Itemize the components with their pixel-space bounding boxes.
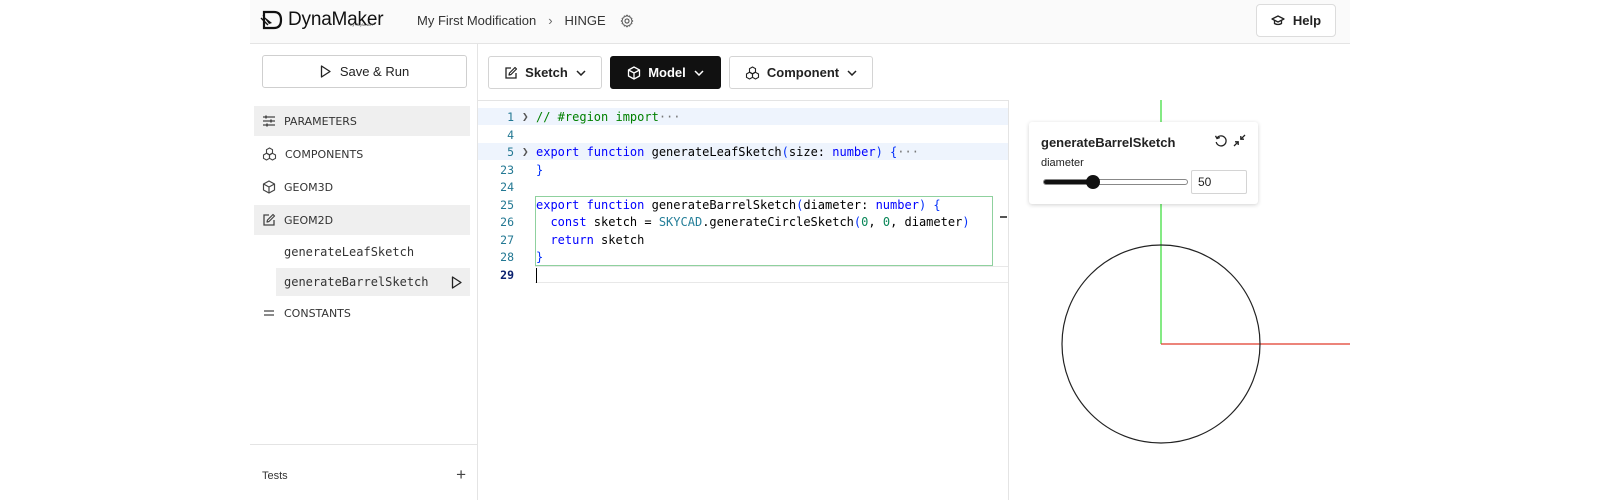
equals-icon [264, 310, 274, 316]
code-text: export function generateLeafSketch(size:… [536, 144, 919, 159]
sketch-viewer[interactable]: generateBarrelSketch diameter 50 [1008, 100, 1350, 500]
tests-label: Tests [262, 470, 288, 482]
component-label: Component [766, 65, 840, 80]
code-line: 29 [478, 266, 1008, 283]
code-text: // #region import··· [536, 109, 681, 124]
line-number: 24 [500, 179, 514, 194]
code-text: const sketch = SKYCAD.generateCircleSket… [536, 214, 970, 229]
line-number: 28 [500, 249, 514, 264]
code-line: 28 } [478, 248, 1008, 265]
breadcrumb-project[interactable]: My First Modification [417, 13, 536, 28]
sliders-icon [263, 115, 275, 127]
diameter-slider[interactable] [1043, 175, 1188, 189]
slider-thumb[interactable] [1086, 175, 1101, 189]
top-header: DynaMaker by SkyMaker My First Modificat… [250, 0, 1350, 44]
sidebar-item-components[interactable]: COMPONENTS [254, 139, 470, 169]
sidebar-item-geom3d[interactable]: GEOM3D [254, 172, 470, 202]
add-test-button[interactable]: + [456, 465, 466, 485]
chevron-down-icon [576, 69, 586, 76]
sidebar-item-geom2d[interactable]: GEOM2D [254, 205, 470, 235]
chevron-down-icon [694, 69, 704, 76]
line-number: 26 [500, 214, 514, 229]
app-root: DynaMaker by SkyMaker My First Modificat… [250, 0, 1350, 500]
text-caret [536, 268, 537, 283]
sidebar-item-constants[interactable]: CONSTANTS [254, 298, 470, 328]
sketch-dropdown-button[interactable]: Sketch [488, 56, 602, 89]
sidebar-subitem-generate-leaf-sketch[interactable]: generateLeafSketch [276, 238, 470, 266]
code-text: return sketch [536, 232, 645, 247]
save-run-label: Save & Run [339, 64, 410, 79]
line-number: 23 [500, 162, 514, 177]
line-number: 1 [507, 109, 514, 124]
sidebar-item-parameters[interactable]: PARAMETERS [254, 106, 470, 136]
code-line: 24 [478, 178, 1008, 195]
overview-ruler-marker [1000, 216, 1007, 218]
code-text: } [536, 162, 544, 177]
sidebar-subitem-generate-barrel-sketch[interactable]: generateBarrelSketch [276, 268, 470, 296]
code-line: 5 ❯ export function generateLeafSketch(s… [478, 143, 1008, 160]
edit-icon [263, 213, 276, 226]
breadcrumb: My First Modification › HINGE [417, 13, 634, 28]
model-dropdown-button[interactable]: Model [610, 56, 721, 89]
code-line: 25 export function generateBarrelSketch(… [478, 196, 1008, 213]
run-play-icon[interactable] [451, 275, 462, 289]
code-line: 27 return sketch [478, 231, 1008, 248]
code-line: 1 ❯ // #region import··· [478, 108, 1008, 125]
sidebar-item-label: CONSTANTS [284, 306, 351, 320]
sketch-label: Sketch [525, 65, 568, 80]
sidebar-item-label: PARAMETERS [284, 114, 357, 128]
cube-icon [262, 180, 276, 194]
sidebar-item-label: GEOM2D [284, 213, 334, 227]
help-button[interactable]: Help [1256, 4, 1336, 37]
fold-chevron-icon[interactable]: ❯ [522, 110, 529, 123]
parameter-panel: generateBarrelSketch diameter 50 [1029, 122, 1258, 204]
code-line: 4 [478, 126, 1008, 143]
line-number: 27 [500, 232, 514, 247]
line-number: 4 [507, 127, 514, 142]
left-sidebar: Save & Run PARAMETERS COMPONENTS GEOM3D … [250, 44, 478, 500]
play-icon [320, 65, 331, 78]
code-line: 23 } [478, 161, 1008, 178]
component-dropdown-button[interactable]: Component [729, 56, 873, 89]
sidebar-item-label: COMPONENTS [285, 147, 364, 161]
logo-text: DynaMaker [288, 9, 384, 30]
sidebar-nav: PARAMETERS COMPONENTS GEOM3D GEOM2D gene… [250, 106, 478, 331]
panel-title: generateBarrelSketch [1041, 135, 1176, 150]
model-label: Model [648, 65, 686, 80]
graduation-cap-icon [1271, 14, 1285, 25]
sidebar-item-label: GEOM3D [284, 180, 334, 194]
chevron-down-icon [847, 69, 857, 76]
help-label: Help [1292, 13, 1322, 28]
logo-subtitle: by SkyMaker [350, 22, 374, 27]
reset-icon[interactable] [1214, 134, 1228, 148]
sidebar-subitem-label: generateBarrelSketch [284, 275, 429, 289]
code-editor[interactable]: 1 ❯ // #region import··· 4 5 ❯ export fu… [478, 100, 1008, 500]
gear-icon[interactable] [620, 14, 634, 28]
fold-chevron-icon[interactable]: ❯ [522, 145, 529, 158]
breadcrumb-component[interactable]: HINGE [565, 13, 606, 28]
editor-toolbar: Sketch Model Component [488, 56, 881, 89]
dynamaker-logo[interactable]: DynaMaker [260, 8, 384, 32]
save-run-button[interactable]: Save & Run [262, 55, 467, 88]
code-text: } [536, 249, 544, 264]
breadcrumb-separator-icon: › [548, 13, 553, 28]
code-line: 26 const sketch = SKYCAD.generateCircleS… [478, 213, 1008, 230]
components-icon [262, 147, 277, 161]
diameter-input[interactable]: 50 [1191, 170, 1247, 194]
line-number: 29 [500, 267, 514, 282]
tests-section: Tests + [250, 444, 478, 500]
components-icon [745, 65, 759, 80]
line-number: 25 [500, 197, 514, 212]
cube-icon [628, 65, 641, 80]
collapse-icon[interactable] [1233, 134, 1246, 147]
logo-mark-icon [260, 10, 283, 30]
edit-icon [505, 66, 518, 79]
line-number: 5 [507, 144, 514, 159]
sidebar-subitem-label: generateLeafSketch [284, 245, 415, 259]
diameter-label: diameter [1041, 157, 1084, 169]
code-text: export function generateBarrelSketch(dia… [536, 197, 941, 212]
